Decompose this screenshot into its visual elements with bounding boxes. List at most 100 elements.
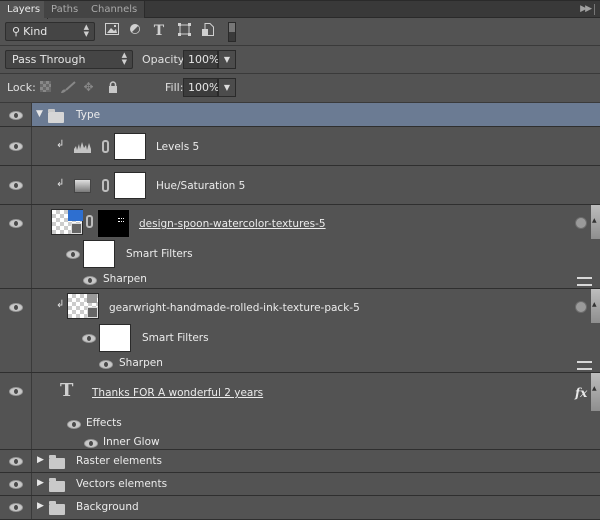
adjustment-filter-icon[interactable] — [127, 23, 143, 39]
fill-dropdown-button[interactable]: ▼ — [218, 78, 236, 97]
visibility-cell[interactable] — [0, 166, 32, 204]
fill-label: Fill: — [165, 81, 184, 94]
layer-scroll-thumb[interactable] — [591, 205, 600, 239]
lock-row: Lock: ✥ Fill: 100% ▼ — [0, 74, 600, 103]
layer-mask-thumbnail[interactable] — [114, 172, 146, 199]
levels-adjustment-icon — [74, 142, 91, 153]
filter-blending-options-icon[interactable] — [577, 361, 592, 370]
expand-triangle-icon[interactable]: ▶ — [37, 478, 44, 488]
layer-mask-thumbnail[interactable] — [114, 133, 146, 160]
smart-filter-mask-thumbnail[interactable] — [99, 324, 131, 352]
eye-icon[interactable] — [9, 111, 23, 120]
eye-icon[interactable] — [9, 303, 23, 312]
visibility-cell[interactable] — [0, 127, 32, 165]
fill-input[interactable]: 100% — [183, 78, 219, 97]
eye-icon[interactable] — [9, 219, 23, 228]
opacity-input[interactable]: 100% — [183, 50, 219, 69]
expand-triangle-icon[interactable]: ▶ — [37, 455, 44, 465]
eye-icon[interactable] — [66, 250, 80, 259]
fx-icon[interactable]: fx — [575, 386, 587, 400]
smart-filters-label[interactable]: Smart Filters — [142, 332, 209, 344]
lock-position-icon[interactable]: ✥ — [82, 81, 95, 94]
mask-link-icon[interactable] — [86, 215, 93, 228]
tab-paths[interactable]: Paths — [44, 1, 87, 18]
visibility-cell[interactable] — [0, 496, 32, 519]
layer-row-type[interactable]: T Thanks FOR A wonderful 2 years fx Effe… — [0, 373, 600, 450]
layer-name[interactable]: Vectors elements — [76, 478, 167, 490]
layer-name[interactable]: Raster elements — [76, 455, 162, 467]
effect-name[interactable]: Inner Glow — [103, 436, 160, 448]
layer-mask-thumbnail[interactable] — [97, 209, 130, 238]
layer-name[interactable]: Type — [76, 109, 100, 121]
filter-blending-options-icon[interactable] — [577, 277, 592, 286]
eye-icon[interactable] — [9, 503, 23, 512]
updown-icon: ▲ ▼ — [121, 51, 127, 66]
visibility-cell[interactable] — [0, 103, 32, 126]
collapse-panel-icon[interactable]: ▶▶ — [580, 4, 592, 14]
panel-grip[interactable] — [594, 4, 596, 15]
layer-row-levels[interactable]: ↲ Levels 5 — [0, 127, 600, 166]
eye-icon[interactable] — [9, 457, 23, 466]
opacity-dropdown-button[interactable]: ▼ — [218, 50, 236, 69]
layer-thumbnail[interactable] — [51, 209, 83, 235]
layer-name[interactable]: Thanks FOR A wonderful 2 years — [92, 387, 263, 399]
type-layer-icon: T — [60, 380, 74, 401]
layer-row-group[interactable]: ▶ Raster elements — [0, 450, 600, 473]
layer-name[interactable]: Levels 5 — [156, 141, 199, 153]
eye-icon[interactable] — [9, 142, 23, 151]
layer-scroll-thumb[interactable] — [591, 289, 600, 323]
shape-filter-icon[interactable] — [176, 23, 192, 39]
eye-icon[interactable] — [83, 276, 97, 285]
type-filter-icon[interactable]: T — [151, 23, 167, 39]
search-icon: ⚲ — [12, 25, 21, 38]
layer-name[interactable]: Background — [76, 501, 139, 513]
tab-channels[interactable]: Channels — [84, 1, 146, 18]
layer-name[interactable]: gearwright-handmade-rolled-ink-texture-p… — [109, 302, 360, 314]
smart-filter-mask-thumbnail[interactable] — [83, 240, 115, 268]
layer-row-group[interactable]: ▶ Background — [0, 496, 600, 520]
layer-scroll-thumb[interactable] — [591, 373, 600, 411]
eye-icon[interactable] — [9, 181, 23, 190]
visibility-cell[interactable] — [0, 289, 32, 372]
layer-row-group[interactable]: ▶ Vectors elements — [0, 473, 600, 496]
visibility-cell[interactable] — [0, 205, 32, 288]
visibility-cell[interactable] — [0, 450, 32, 472]
lock-all-icon[interactable] — [106, 81, 119, 94]
effects-label[interactable]: Effects — [86, 417, 122, 429]
filter-name[interactable]: Sharpen — [103, 273, 147, 285]
tab-layers[interactable]: Layers — [0, 1, 49, 19]
layer-name[interactable]: Hue/Saturation 5 — [156, 180, 245, 192]
layer-row-hue-saturation[interactable]: ↲ Hue/Saturation 5 — [0, 166, 600, 205]
lock-image-pixels-icon[interactable] — [60, 81, 76, 94]
eye-icon[interactable] — [9, 480, 23, 489]
visibility-cell[interactable] — [0, 473, 32, 495]
panel-tab-bar: Layers Paths Channels ▶▶ — [0, 0, 600, 19]
visibility-cell[interactable] — [0, 373, 32, 449]
mask-link-icon[interactable] — [102, 140, 109, 153]
blend-mode-select[interactable]: Pass Through ▲ ▼ — [5, 50, 133, 69]
eye-icon[interactable] — [9, 387, 23, 396]
collapse-triangle-icon[interactable]: ▼ — [36, 109, 43, 119]
lock-transparent-pixels-icon[interactable] — [39, 81, 52, 94]
filter-name[interactable]: Sharpen — [119, 357, 163, 369]
filter-kind-select[interactable]: ⚲ Kind ▲ ▼ — [5, 22, 95, 41]
smart-object-filter-icon[interactable] — [200, 23, 216, 39]
layers-list: ▼ Type ↲ Levels 5 ↲ Hue/Saturation 5 des… — [0, 103, 600, 520]
expand-triangle-icon[interactable]: ▶ — [37, 501, 44, 511]
pixel-filter-icon[interactable] — [104, 23, 120, 39]
filter-toggle-switch[interactable] — [228, 22, 236, 42]
layer-row-smart-object[interactable]: ↲ gearwright-handmade-rolled-ink-texture… — [0, 289, 600, 373]
layer-row-smart-object[interactable]: design-spoon-watercolor-textures-5 Smart… — [0, 205, 600, 289]
mask-link-icon[interactable] — [102, 179, 109, 192]
layer-name[interactable]: design-spoon-watercolor-textures-5 — [139, 218, 326, 230]
layer-row-type-group[interactable]: ▼ Type — [0, 103, 600, 127]
blend-mode-value: Pass Through — [12, 53, 86, 66]
eye-icon[interactable] — [67, 420, 81, 429]
layer-thumbnail[interactable] — [67, 293, 99, 319]
eye-icon[interactable] — [82, 334, 96, 343]
lock-label: Lock: — [7, 81, 36, 94]
filter-kind-label: Kind — [23, 25, 48, 38]
eye-icon[interactable] — [84, 439, 98, 448]
smart-filters-label[interactable]: Smart Filters — [126, 248, 193, 260]
eye-icon[interactable] — [99, 360, 113, 369]
